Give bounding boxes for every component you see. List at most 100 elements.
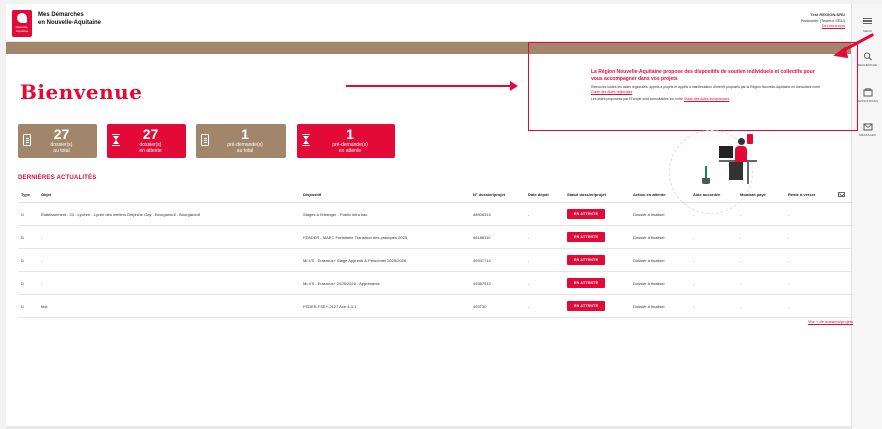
col-type[interactable]: Type [21, 187, 30, 202]
guide-aides-europeennes-link[interactable]: Guide des Aides européennes [684, 97, 729, 101]
cell-action: Dossier à finaliser [633, 234, 665, 240]
cell-date: - [528, 234, 530, 240]
cell-dispositif: MI-VS - Erasmus+ 2025/2026 - Apprenants [303, 280, 380, 286]
card-number: 1 [346, 126, 354, 142]
cell-objet: - [41, 234, 43, 240]
table-row[interactable]: D Établissement : 23 - Lycéen - Lycée de… [18, 203, 853, 226]
app-title-line2: en Nouvelle-Aquitaine [38, 19, 102, 26]
card-label-line2: en attente [338, 147, 362, 154]
user-box: Test REGION-SRU Particulier (Testeur SRU… [801, 12, 845, 29]
hamburger-icon [863, 17, 873, 27]
cell-dispositif: FEADER - MAEC Forfaitaire Transition des… [303, 234, 408, 240]
table-row[interactable]: D - MI-VS - Erasmus+ Stage Apprenti & Pe… [18, 249, 853, 272]
logo-text-line2: Aquitaine [15, 28, 29, 33]
cell-reste: - [788, 303, 790, 309]
top-header: Nouvelle- Aquitaine Mes Démarches en Nou… [6, 4, 851, 42]
col-aide[interactable]: Aide accordée [693, 187, 720, 202]
cell-type: D [21, 234, 24, 240]
cell-num: 49387510 [473, 280, 491, 286]
col-date[interactable]: Date dépôt [528, 187, 549, 202]
region-logo[interactable]: Nouvelle- Aquitaine [12, 10, 32, 37]
table-row[interactable]: D - MI-VS - Erasmus+ 2025/2026 - Apprena… [18, 272, 853, 295]
cell-montant: - [740, 280, 742, 286]
cell-reste: - [788, 280, 790, 286]
info-text-1-body: Retrouvez toutes les aides régionales, a… [591, 85, 821, 89]
cell-aide: - [693, 257, 695, 263]
col-num[interactable]: N° dossier/projet [473, 187, 505, 202]
cell-montant: - [740, 234, 742, 240]
status-badge: EN ATTENTE [567, 278, 606, 288]
cell-num: 48906310 [473, 211, 491, 217]
guide-aides-regionales-link[interactable]: Guide des Aides régionales [591, 90, 632, 94]
cell-objet: test [41, 303, 48, 309]
card-number: 27 [142, 126, 159, 142]
section-title: DERNIÈRES ACTUALITÉS [18, 175, 97, 181]
cell-date: - [528, 280, 530, 286]
annotation-arrow-line [346, 85, 516, 87]
cell-montant: - [740, 257, 742, 263]
search-icon [863, 52, 872, 61]
cell-reste: - [788, 234, 790, 240]
cell-objet: - [41, 280, 43, 286]
cell-action: Dossier à finaliser [633, 303, 665, 309]
mail-icon [863, 123, 872, 131]
app-title-line1: Mes Démarches [38, 12, 84, 18]
col-montant[interactable]: Montant payé [740, 187, 766, 202]
card-label-line2: au total [53, 147, 70, 154]
cell-dispositif: FEDER-FSE+-2127 Axe 4-4.1 [303, 303, 357, 309]
cell-aide: - [693, 234, 695, 240]
card-dossiers-total[interactable]: 27 dossier(s) au total [18, 124, 97, 158]
cell-num: 493730 [473, 303, 487, 309]
col-dispositif[interactable]: Dispositif [303, 187, 321, 202]
desk-illustration [661, 126, 761, 214]
status-badge: EN ATTENTE [567, 232, 606, 242]
status-badge: EN ATTENTE [567, 209, 606, 219]
col-action[interactable]: Action en attente [633, 187, 665, 202]
cell-date: - [528, 257, 530, 263]
col-reste[interactable]: Reste à verser [788, 187, 815, 202]
cell-aide: - [693, 211, 695, 217]
col-statut[interactable]: Statut dossier/projet [567, 187, 606, 202]
cell-reste: - [788, 211, 790, 217]
card-number: 1 [241, 126, 249, 142]
card-label: pré-demande(s) au total [196, 142, 286, 154]
cell-dispositif: MI-VS - Erasmus+ Stage Apprenti & Person… [303, 257, 407, 263]
cell-type: D [21, 211, 24, 217]
menu-label: MENU [863, 28, 872, 33]
cell-statut: EN ATTENTE [567, 203, 606, 225]
mail-icon [838, 192, 845, 197]
card-label: dossier(s) au total [18, 142, 97, 154]
table-header: Type Objet Dispositif N° dossier/projet … [18, 187, 853, 203]
card-label-line2: au total [236, 147, 254, 154]
cell-montant: - [740, 303, 742, 309]
cell-statut: EN ATTENTE [567, 226, 606, 248]
cell-action: Dossier à finaliser [633, 280, 665, 286]
card-number: 27 [53, 126, 70, 142]
col-mail[interactable] [838, 187, 845, 202]
app-title[interactable]: Mes Démarches en Nouvelle-Aquitaine [38, 12, 101, 27]
page-title: Bienvenue [20, 80, 143, 104]
card-predemandes-attente[interactable]: 1 pré-demande(s) en attente [297, 124, 395, 158]
cell-statut: EN ATTENTE [567, 295, 606, 317]
cell-objet: Établissement : 23 - Lycéen - Lycée des … [41, 211, 200, 217]
messages-label: MESSAGES [859, 133, 876, 137]
table-row[interactable]: D - FEADER - MAEC Forfaitaire Transition… [18, 226, 853, 249]
annotation-arrow-head [510, 81, 518, 91]
col-objet[interactable]: Objet [41, 187, 51, 202]
card-predemandes-total[interactable]: 1 pré-demande(s) au total [196, 124, 286, 158]
menu-button[interactable]: MENU [852, 16, 882, 33]
cell-dispositif: Stages à l'étranger - Public infra bac [303, 211, 368, 217]
info-text-1: Retrouvez toutes les aides régionales, a… [591, 85, 823, 94]
info-content: La Région Nouvelle-Aquitaine propose des… [591, 69, 823, 105]
actualites-table: Type Objet Dispositif N° dossier/projet … [18, 187, 853, 318]
card-dossiers-attente[interactable]: 27 dossier(s) en attente [107, 124, 186, 158]
logout-link[interactable]: Déconnexion [801, 23, 845, 29]
cell-type: D [21, 280, 24, 286]
cell-statut: EN ATTENTE [567, 272, 606, 294]
info-title: La Région Nouvelle-Aquitaine propose des… [591, 69, 815, 82]
table-row[interactable]: D test FEDER-FSE+-2127 Axe 4-4.1 493730 … [18, 295, 853, 318]
cell-date: - [528, 211, 530, 217]
cell-objet: - [41, 257, 43, 263]
see-more-link[interactable]: Voir + de dossiers/projets [18, 319, 853, 324]
main-content: Bienvenue La Région Nouvelle-Aquitaine p… [6, 42, 858, 426]
